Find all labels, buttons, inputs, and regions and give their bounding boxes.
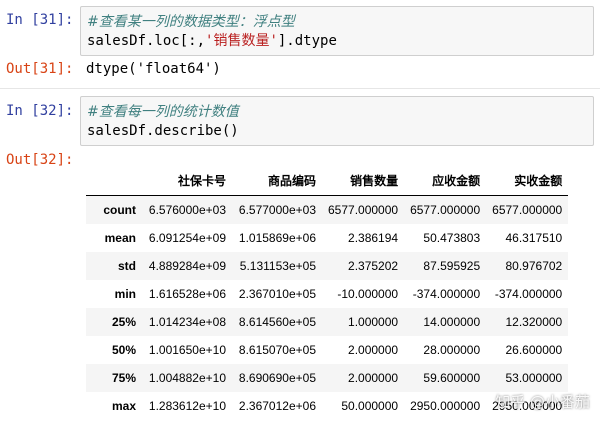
table-cell: 4.889284e+09	[148, 259, 226, 273]
table-row: min 1.616528e+06 2.367010e+05 -10.000000…	[86, 280, 569, 308]
in-prompt-31: In [31]:	[6, 12, 74, 28]
table-cell: 28.000000	[423, 343, 481, 357]
table-cell: 1.283612e+10	[148, 399, 226, 413]
row-label: std	[118, 259, 136, 273]
table-cell: 50.000000	[341, 399, 399, 413]
table-cell: 1.616528e+06	[148, 287, 226, 301]
table-cell: 50.473803	[423, 231, 481, 245]
table-cell: 46.317510	[505, 231, 563, 245]
table-cell: 8.614560e+05	[238, 315, 316, 329]
output-31: dtype('float64')	[86, 61, 221, 77]
table-cell: 6577.000000	[328, 203, 399, 217]
table-cell: 6577.000000	[492, 203, 563, 217]
code-comment-31: #查看某一列的数据类型：浮点型	[87, 14, 295, 30]
table-cell: -374.000000	[412, 287, 481, 301]
column-header: 实收金额	[486, 165, 569, 196]
table-cell: 6.576000e+03	[148, 203, 226, 217]
code-line-31: salesDf.loc[:,'销售数量'].dtype	[87, 32, 587, 51]
table-row: mean 6.091254e+09 1.015869e+06 2.386194 …	[86, 224, 569, 252]
table-cell: 1.015869e+06	[238, 231, 316, 245]
row-label: 50%	[111, 343, 136, 357]
table-cell: 14.000000	[423, 315, 481, 329]
describe-table: 社保卡号 商品编码 销售数量 应收金额 实收金额 count 6.576000e…	[86, 165, 569, 420]
cell-divider	[0, 88, 600, 89]
table-cell: 8.615070e+05	[238, 343, 316, 357]
table-cell: 2.367012e+06	[238, 399, 316, 413]
column-header: 应收金额	[404, 165, 487, 196]
table-row: std 4.889284e+09 5.131153e+05 2.375202 8…	[86, 252, 569, 280]
table-cell: 1.001650e+10	[148, 343, 226, 357]
table-cell: 2.000000	[348, 343, 399, 357]
row-label: 25%	[111, 315, 136, 329]
table-cell: 2950.000000	[410, 399, 481, 413]
table-cell: 2.386194	[348, 231, 399, 245]
code-cell-31[interactable]: #查看某一列的数据类型：浮点型 salesDf.loc[:,'销售数量'].dt…	[80, 6, 594, 56]
table-cell: 8.690690e+05	[238, 371, 316, 385]
table-index-header	[86, 165, 142, 196]
row-label: 75%	[111, 371, 136, 385]
row-label: count	[103, 203, 136, 217]
table-cell: 2.367010e+05	[238, 287, 316, 301]
code-text: salesDf.loc[:,	[87, 33, 206, 49]
table-cell: 6.577000e+03	[238, 203, 316, 217]
in-prompt-32: In [32]:	[6, 103, 74, 119]
table-cell: -374.000000	[494, 287, 563, 301]
out-prompt-32: Out[32]:	[6, 152, 74, 168]
row-label: max	[111, 399, 136, 413]
table-header-row: 社保卡号 商品编码 销售数量 应收金额 实收金额	[86, 165, 569, 196]
code-line-32: salesDf.describe()	[87, 123, 239, 139]
table-cell: -10.000000	[337, 287, 399, 301]
table-row: 25% 1.014234e+08 8.614560e+05 1.000000 1…	[86, 308, 569, 336]
table-row: count 6.576000e+03 6.577000e+03 6577.000…	[86, 195, 569, 224]
table-cell: 6577.000000	[410, 203, 481, 217]
out-prompt-31: Out[31]:	[6, 61, 74, 77]
table-row: 75% 1.004882e+10 8.690690e+05 2.000000 5…	[86, 364, 569, 392]
code-cell-32[interactable]: #查看每一列的统计数值 salesDf.describe()	[80, 96, 594, 146]
table-cell: 5.131153e+05	[239, 259, 316, 273]
code-text: ].dtype	[277, 33, 337, 49]
column-header: 社保卡号	[142, 165, 232, 196]
table-cell: 12.320000	[505, 315, 563, 329]
column-header: 商品编码	[232, 165, 322, 196]
code-string: '销售数量'	[205, 33, 278, 49]
table-cell: 80.976702	[505, 259, 563, 273]
code-comment-32: #查看每一列的统计数值	[87, 104, 239, 120]
row-label: mean	[104, 231, 136, 245]
table-cell: 2.000000	[348, 371, 399, 385]
table-cell: 53.000000	[505, 371, 563, 385]
column-header: 销售数量	[322, 165, 405, 196]
table-cell: 59.600000	[423, 371, 481, 385]
table-cell: 6.091254e+09	[148, 231, 226, 245]
row-label: min	[114, 287, 136, 301]
table-cell: 1.014234e+08	[148, 315, 226, 329]
table-cell: 1.004882e+10	[148, 371, 226, 385]
table-cell: 26.600000	[505, 343, 563, 357]
table-row: 50% 1.001650e+10 8.615070e+05 2.000000 2…	[86, 336, 569, 364]
table-cell: 2.375202	[348, 259, 399, 273]
table-cell: 87.595925	[423, 259, 481, 273]
watermark: 知乎 @小番茄	[495, 393, 590, 411]
table-cell: 1.000000	[348, 315, 399, 329]
